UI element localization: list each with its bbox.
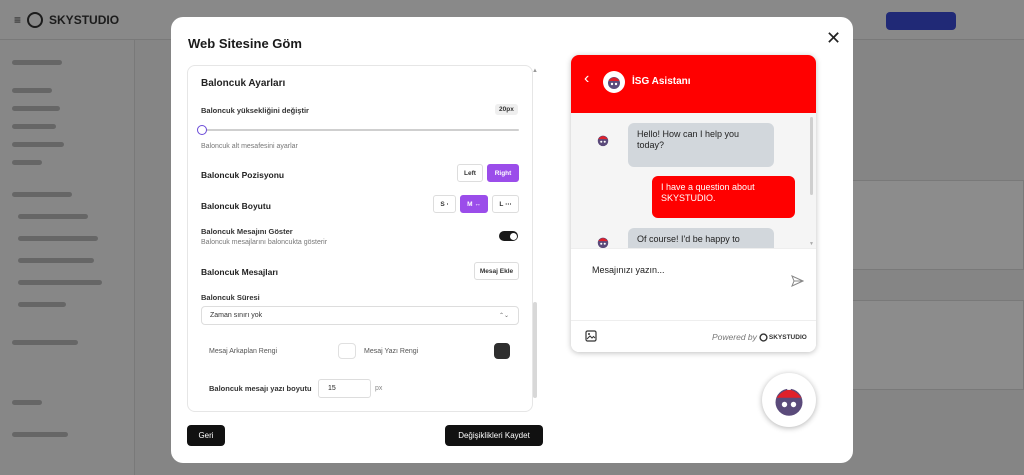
section-title: Baloncuk Ayarları (201, 78, 286, 89)
text-color-swatch[interactable] (494, 343, 510, 359)
font-size-input[interactable]: 15 (318, 379, 371, 398)
chevron-down-icon[interactable]: ▼ (809, 241, 814, 247)
embed-modal: Web Sitesine Göm ✕ Baloncuk Ayarları Bal… (171, 17, 853, 463)
chat-scrollbar[interactable] (810, 117, 813, 195)
font-size-unit: px (375, 385, 383, 392)
chat-launcher-bubble[interactable] (762, 373, 816, 427)
height-slider-handle[interactable] (197, 125, 207, 135)
add-message-button[interactable]: Mesaj Ekle (474, 262, 519, 280)
bot-avatar (597, 135, 609, 147)
chat-preview: ‹ İSG Asistanı Hello! How can I help you… (571, 55, 816, 352)
messages-label: Baloncuk Mesajları (201, 267, 279, 277)
position-left-button[interactable]: Left (457, 164, 483, 182)
chat-header: ‹ İSG Asistanı (571, 55, 816, 113)
font-size-label: Baloncuk mesajı yazı boyutu (209, 384, 312, 393)
bot-avatar-icon (775, 385, 803, 416)
modal-title: Web Sitesine Göm (188, 36, 302, 51)
duration-select[interactable]: Zaman sınırı yok ⌃⌄ (201, 306, 519, 325)
size-label: Baloncuk Boyutu (201, 201, 271, 211)
scroll-up-icon: ▲ (532, 68, 538, 74)
settings-scrollbar[interactable]: ▲ (532, 68, 538, 403)
chat-input[interactable]: Mesajınızı yazın... (571, 248, 816, 320)
duration-selected-value: Zaman sınırı yok (210, 312, 263, 319)
chat-input-placeholder: Mesajınızı yazın... (592, 265, 665, 275)
powered-by-label: Powered by (712, 332, 757, 342)
position-label: Baloncuk Pozisyonu (201, 170, 285, 180)
brand-logo-icon (759, 332, 768, 342)
height-slider-track[interactable] (201, 129, 519, 131)
size-large-button[interactable]: L ⋯ (492, 195, 519, 213)
image-upload-icon[interactable] (585, 330, 597, 342)
brand-name: SKYSTUDIO (768, 333, 807, 341)
height-description: Baloncuk alt mesafesini ayarlar (201, 143, 298, 150)
close-icon[interactable]: ✕ (826, 28, 841, 49)
bot-message: Of course! I'd be happy to (628, 228, 774, 248)
brand-logo: SKYSTUDIO (759, 332, 807, 342)
chevron-updown-icon: ⌃⌄ (498, 313, 509, 319)
position-right-button[interactable]: Right (487, 164, 519, 182)
chevron-left-icon[interactable]: ‹ (584, 70, 589, 88)
height-label: Baloncuk yüksekliğini değiştir (201, 106, 309, 115)
back-button[interactable]: Geri (187, 425, 225, 446)
show-message-description: Baloncuk mesajlarını baloncukta gösterir (201, 239, 328, 246)
bg-color-label: Mesaj Arkaplan Rengi (209, 348, 278, 355)
show-message-toggle[interactable] (499, 231, 518, 241)
duration-label: Baloncuk Süresi (201, 293, 260, 302)
size-medium-button[interactable]: M ↔ (460, 195, 488, 213)
powered-by: Powered by SKYSTUDIO (712, 332, 807, 342)
scroll-thumb[interactable] (533, 302, 537, 398)
chat-title: İSG Asistanı (632, 76, 691, 87)
bot-message: Hello! How can I help you today? (628, 123, 774, 167)
send-icon[interactable] (791, 275, 804, 287)
show-message-label: Baloncuk Mesajını Göster (201, 227, 293, 236)
user-message: I have a question about SKYSTUDIO. (652, 176, 795, 218)
chat-footer: Powered by SKYSTUDIO (571, 320, 816, 352)
save-changes-button[interactable]: Değişiklikleri Kaydet (445, 425, 543, 446)
bg-color-swatch[interactable] (338, 343, 356, 359)
bot-avatar (597, 237, 609, 248)
bot-avatar (603, 71, 625, 93)
text-color-label: Mesaj Yazı Rengi (364, 348, 419, 355)
bubble-settings-panel: Baloncuk Ayarları Baloncuk yüksekliğini … (187, 65, 533, 412)
chat-messages: Hello! How can I help you today? I have … (571, 113, 816, 248)
size-small-button[interactable]: S ⋅ (433, 195, 456, 213)
height-value-badge: 20px (495, 104, 518, 115)
